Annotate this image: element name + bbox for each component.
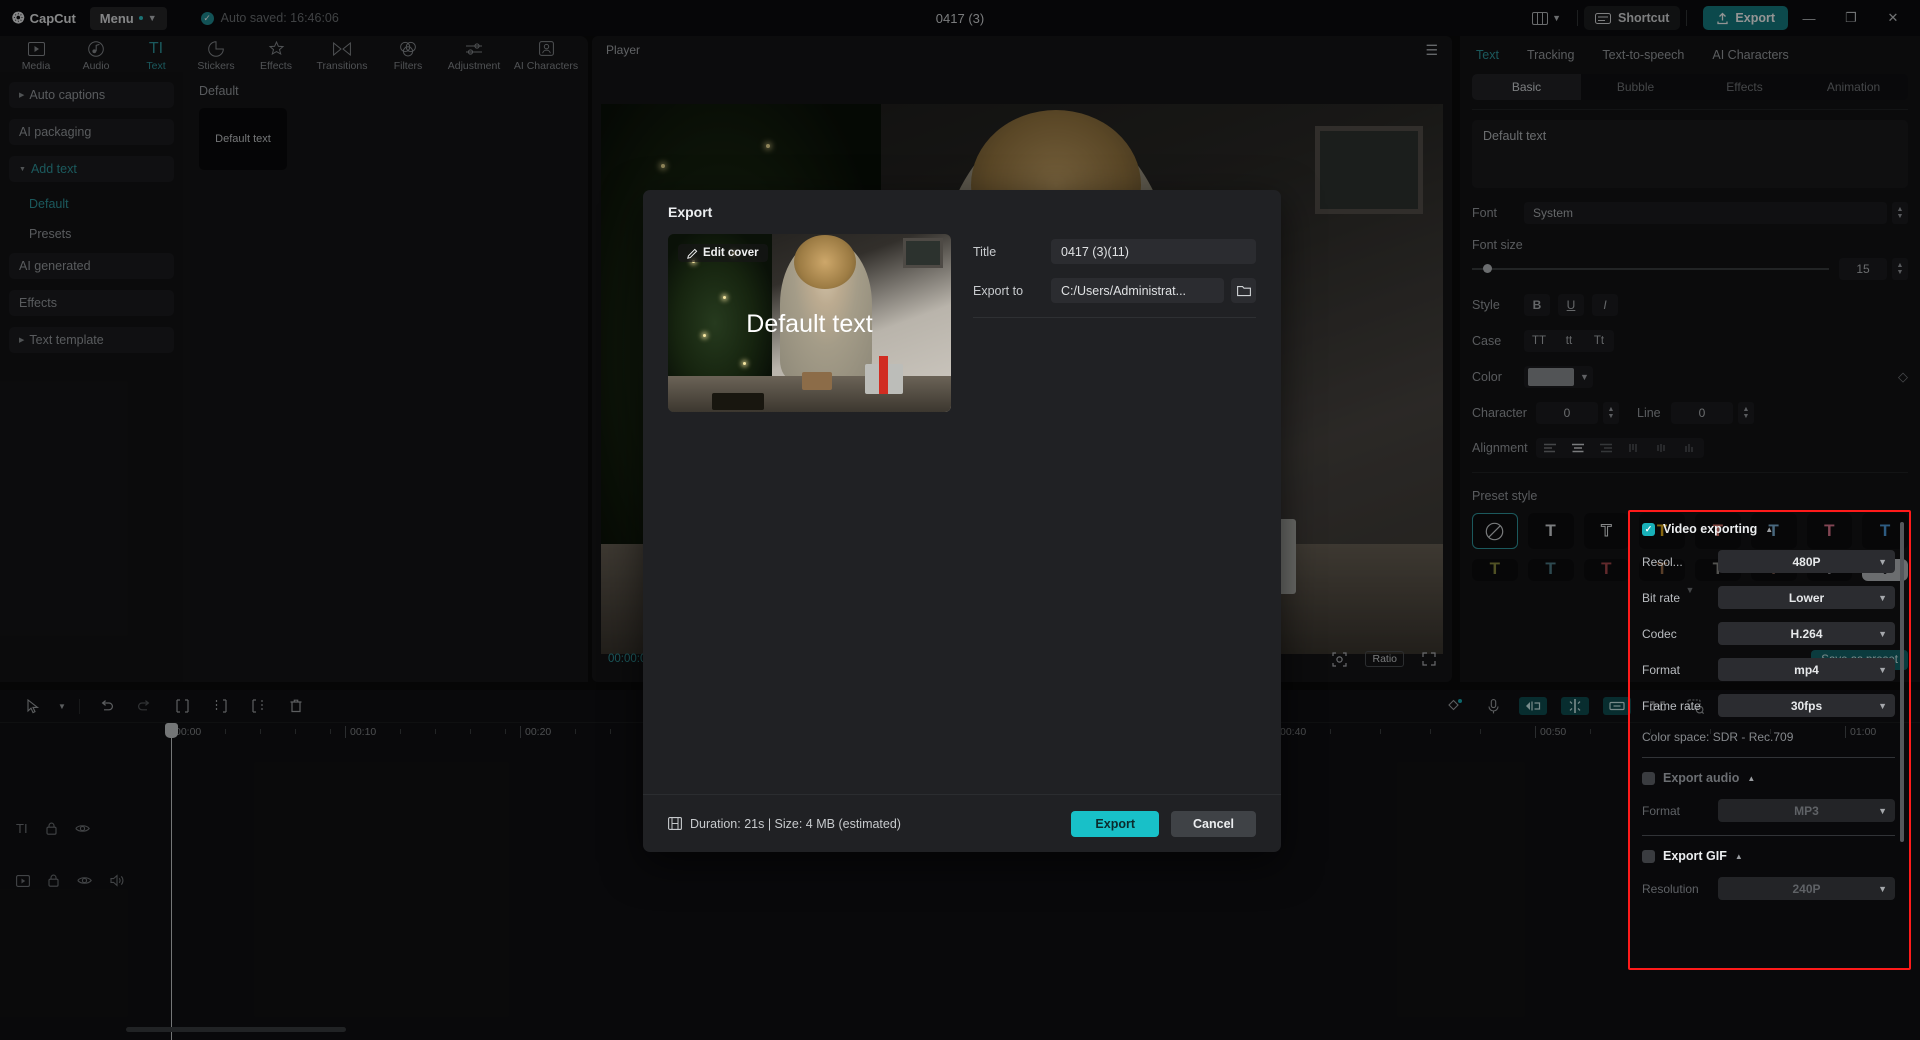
export-dialog-body: Default text Edit cover Title 0417 (3)(1… (643, 234, 1281, 412)
resolution-label: Resol... (1642, 554, 1683, 569)
export-to-row: Export to C:/Users/Administrat... (973, 278, 1256, 303)
resolution-select[interactable]: 480P ▼ (1718, 550, 1895, 573)
edit-pencil-icon (687, 248, 698, 259)
resolution-row: Resol... 480P ▼ (1642, 550, 1895, 573)
export-gif-label: Export GIF (1663, 849, 1727, 863)
framerate-row: Frame rate 30fps ▼ (1642, 694, 1895, 717)
resolution-value: 480P (1792, 554, 1821, 569)
export-dialog: Export Default text Edit cover Title 041… (643, 190, 1911, 970)
duration-text: Duration: 21s | Size: 4 MB (estimated) (690, 816, 901, 831)
chevron-down-icon: ▼ (1878, 556, 1887, 567)
gif-resolution-row: Resolution 240P ▼ (1642, 877, 1895, 900)
format-value: mp4 (1794, 662, 1819, 677)
divider (973, 317, 1256, 318)
edit-cover-label: Edit cover (703, 247, 759, 259)
export-audio-header[interactable]: Export audio ▲ (1642, 771, 1895, 785)
format-label: Format (1642, 662, 1681, 677)
export-audio-checkbox[interactable] (1642, 771, 1655, 785)
chevron-up-icon[interactable]: ▲ (1747, 774, 1755, 783)
cancel-button[interactable]: Cancel (1171, 810, 1256, 837)
gif-resolution-select[interactable]: 240P ▼ (1718, 877, 1895, 900)
title-input[interactable]: 0417 (3)(11) (1051, 239, 1256, 264)
gif-resolution-label: Resolution (1642, 881, 1699, 896)
export-confirm-button[interactable]: Export (1071, 810, 1159, 837)
codec-row: Codec H.264 ▼ (1642, 622, 1895, 645)
duration-info: Duration: 21s | Size: 4 MB (estimated) (668, 817, 901, 831)
bitrate-row: Bit rate Lower ▼ (1642, 586, 1895, 609)
folder-icon[interactable] (1231, 278, 1256, 303)
scrollbar-thumb[interactable] (1900, 522, 1904, 842)
export-settings-area: ✓ Video exporting ▲ Resol... 480P ▼ Bit … (1630, 512, 1909, 968)
chevron-up-icon[interactable]: ▲ (1765, 525, 1773, 534)
chevron-down-icon: ▼ (1878, 592, 1887, 603)
title-field-row: Title 0417 (3)(11) (973, 239, 1256, 264)
export-gif-header[interactable]: Export GIF ▲ (1642, 849, 1895, 863)
framerate-label: Frame rate (1642, 698, 1701, 713)
codec-value: H.264 (1790, 626, 1823, 641)
cover-preview[interactable]: Default text Edit cover (668, 234, 951, 412)
video-exporting-checkbox[interactable]: ✓ (1642, 522, 1655, 536)
divider (1642, 757, 1895, 758)
framerate-value: 30fps (1790, 698, 1823, 713)
codec-select[interactable]: H.264 ▼ (1718, 622, 1895, 645)
chevron-down-icon: ▼ (1878, 883, 1887, 894)
export-gif-checkbox[interactable] (1642, 849, 1655, 863)
export-dialog-footer: Duration: 21s | Size: 4 MB (estimated) E… (643, 794, 1281, 852)
title-field-label: Title (973, 244, 997, 259)
export-path-input[interactable]: C:/Users/Administrat... (1051, 278, 1224, 303)
framerate-select[interactable]: 30fps ▼ (1718, 694, 1895, 717)
cover-overlay-text: Default text (746, 310, 873, 338)
bitrate-label: Bit rate (1642, 590, 1681, 605)
export-form: Title 0417 (3)(11) Export to C:/Users/Ad… (973, 234, 1256, 412)
gif-resolution-value: 240P (1792, 881, 1821, 896)
export-to-label: Export to (973, 283, 1024, 298)
audio-format-select[interactable]: MP3 ▼ (1718, 799, 1895, 822)
export-dialog-title: Export (668, 204, 713, 220)
format-select[interactable]: mp4 ▼ (1718, 658, 1895, 681)
bitrate-value: Lower (1788, 590, 1825, 605)
chevron-down-icon: ▼ (1878, 700, 1887, 711)
chevron-down-icon: ▼ (1878, 664, 1887, 675)
edit-cover-button[interactable]: Edit cover (678, 244, 768, 262)
audio-format-label: Format (1642, 803, 1681, 818)
color-space-text: Color space: SDR - Rec.709 (1642, 730, 1794, 744)
bitrate-select[interactable]: Lower ▼ (1718, 586, 1895, 609)
codec-label: Codec (1642, 626, 1677, 641)
audio-format-row: Format MP3 ▼ (1642, 799, 1895, 822)
divider (1642, 835, 1895, 836)
film-icon (668, 817, 682, 830)
chevron-down-icon: ▼ (1878, 628, 1887, 639)
export-audio-label: Export audio (1663, 771, 1740, 785)
chevron-up-icon[interactable]: ▲ (1735, 852, 1743, 861)
chevron-down-icon: ▼ (1878, 805, 1887, 816)
settings-scrollbar[interactable] (1900, 522, 1904, 952)
video-exporting-label: Video exporting (1663, 522, 1758, 536)
format-row: Format mp4 ▼ (1642, 658, 1895, 681)
footer-buttons: Export Cancel (1071, 810, 1256, 837)
audio-format-value: MP3 (1794, 803, 1819, 818)
video-exporting-header[interactable]: ✓ Video exporting ▲ (1642, 522, 1895, 536)
